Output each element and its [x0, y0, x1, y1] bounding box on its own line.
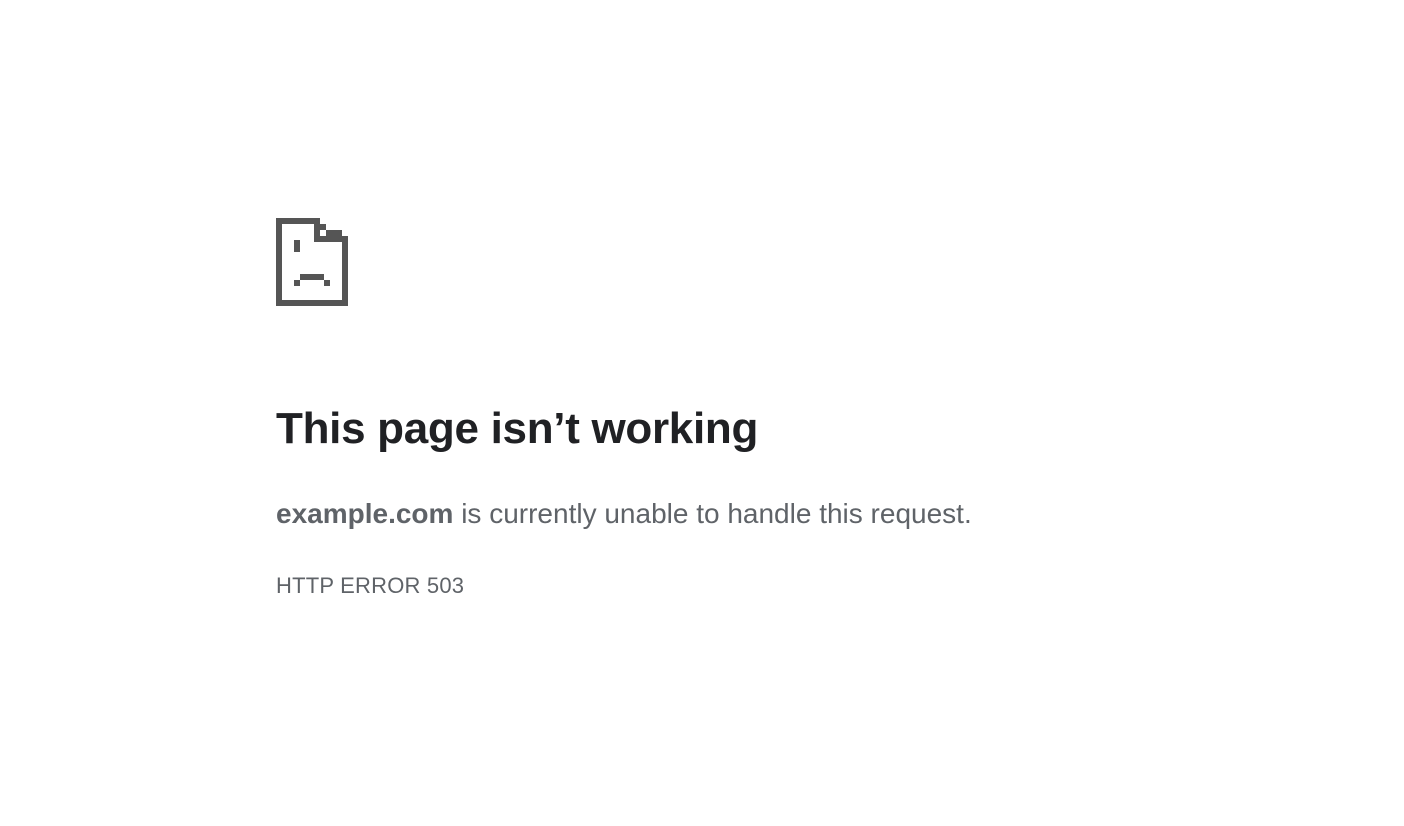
error-host: example.com	[276, 498, 454, 529]
error-page: This page isn’t working example.com is c…	[0, 0, 1404, 826]
sad-page-icon	[276, 218, 348, 306]
error-message-text: is currently unable to handle this reque…	[453, 498, 972, 529]
error-code: HTTP ERROR 503	[276, 573, 465, 598]
page-title: This page isn’t working	[276, 404, 759, 453]
error-message: example.com is currently unable to handl…	[276, 496, 972, 532]
